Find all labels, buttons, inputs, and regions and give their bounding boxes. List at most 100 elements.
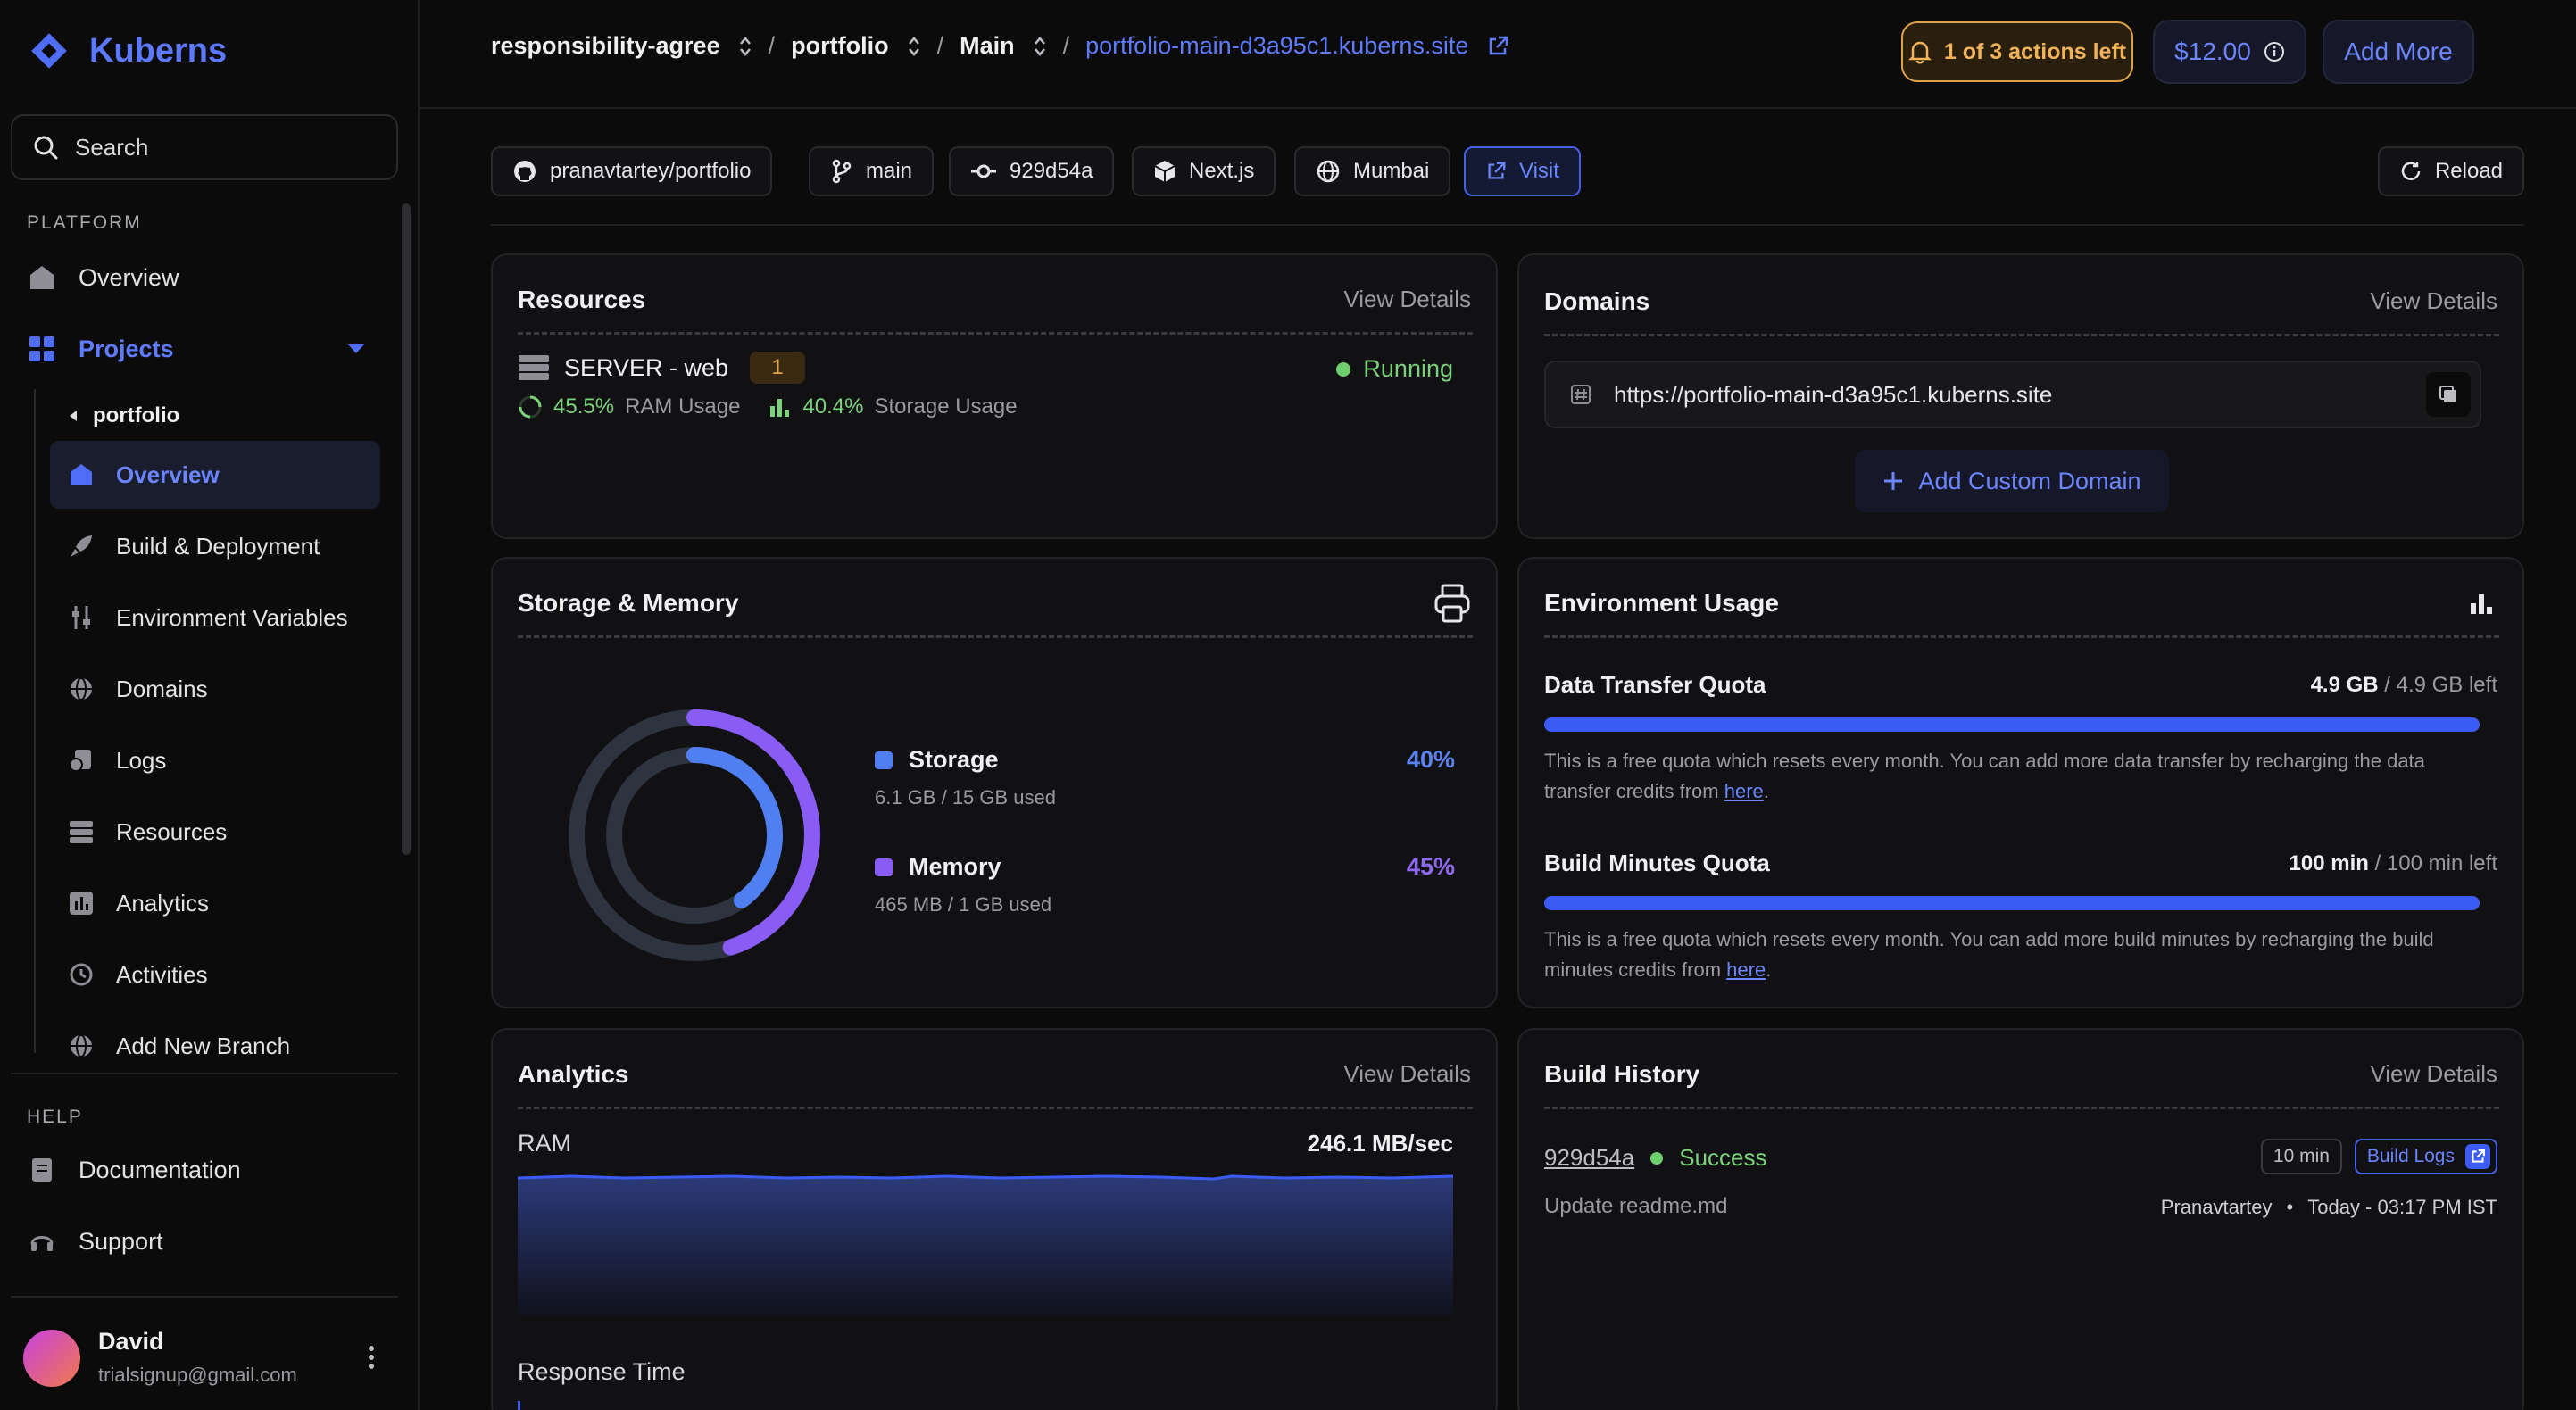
printer-icon[interactable] (1433, 584, 1471, 623)
memory-swatch (875, 858, 893, 876)
build-message: Update readme.md (1544, 1194, 1728, 1218)
build-history-view-details-link[interactable]: View Details (2370, 1060, 2497, 1088)
build-duration-badge: 10 min (2260, 1139, 2342, 1174)
credit-balance-button[interactable]: $12.00 (2153, 20, 2306, 84)
ram-usage-label: RAM Usage (625, 394, 741, 419)
nav-overview[interactable]: Overview (27, 262, 179, 293)
resources-view-details-link[interactable]: View Details (1343, 286, 1471, 313)
external-link-icon (2465, 1144, 2490, 1169)
build-commit-link[interactable]: 929d54a (1544, 1144, 1634, 1172)
build-minutes-left: / 100 min left (2368, 851, 2497, 875)
sidebar-item-activities[interactable]: Activities (50, 941, 380, 1008)
build-author: Pranavtartey (2160, 1196, 2273, 1218)
user-email: trialsignup@gmail.com (98, 1364, 297, 1386)
ram-area-fill (518, 1176, 1453, 1315)
sidebar-item-label: Add New Branch (116, 1032, 291, 1059)
build-time: Today - 03:17 PM IST (2307, 1196, 2497, 1218)
build-minutes-amount: 100 min / 100 min left (2289, 851, 2497, 876)
more-vertical-icon[interactable] (366, 1344, 377, 1371)
data-transfer-value: 4.9 GB (2310, 673, 2379, 697)
home-icon (68, 462, 95, 487)
search-icon (32, 134, 59, 161)
build-logs-button[interactable]: Build Logs (2354, 1139, 2497, 1174)
data-transfer-note: This is a free quota which resets every … (1544, 746, 2490, 807)
reload-button[interactable]: Reload (2378, 146, 2524, 196)
breadcrumb: responsibility-agree / portfolio / Main … (491, 32, 1509, 60)
breadcrumb-item-project[interactable]: portfolio (791, 32, 920, 60)
sidebar-item-analytics[interactable]: Analytics (50, 869, 380, 937)
tree-line (34, 389, 36, 1053)
nav-support[interactable]: Support (27, 1226, 163, 1257)
storage-percent: 40% (1406, 746, 1455, 773)
actions-left-label: 1 of 3 actions left (1943, 38, 2127, 64)
globe-icon (68, 676, 95, 702)
storage-usage-label: Storage Usage (874, 394, 1018, 419)
sidebar-item-add-new-branch[interactable]: Add New Branch (50, 1012, 380, 1080)
sidebar-item-label: Domains (116, 675, 208, 702)
chevron-updown-icon (907, 35, 921, 58)
domain-url-field[interactable]: https://portfolio-main-d3a95c1.kuberns.s… (1544, 361, 2481, 428)
card-divider (1544, 635, 2499, 638)
server-status: Running (1336, 355, 1453, 383)
memory-label: Memory (909, 853, 1001, 880)
domain-url: https://portfolio-main-d3a95c1.kuberns.s… (1614, 380, 2053, 408)
nav-support-label: Support (79, 1227, 163, 1255)
sidebar-item-build-deployment[interactable]: Build & Deployment (50, 512, 380, 580)
chevron-down-icon[interactable] (346, 343, 366, 355)
branch-chip[interactable]: main (809, 146, 935, 196)
branch-label: main (866, 159, 913, 183)
avatar[interactable] (23, 1330, 80, 1387)
analytics-view-details-link[interactable]: View Details (1343, 1060, 1471, 1088)
breadcrumb-item-branch[interactable]: Main (960, 32, 1047, 60)
storage-memory-title: Storage & Memory (518, 589, 739, 617)
sidebar-divider (11, 1296, 398, 1298)
sidebar-item-resources[interactable]: Resources (50, 798, 380, 866)
sidebar-item-label: Analytics (116, 889, 210, 916)
build-minutes-here-link[interactable]: here (1726, 958, 1766, 981)
sidebar-item-label: Activities (116, 960, 208, 988)
data-transfer-here-link[interactable]: here (1724, 780, 1764, 802)
storage-label: Storage (909, 746, 999, 773)
server-row[interactable]: SERVER - web 1 (518, 352, 806, 384)
chevron-updown-icon (1033, 35, 1047, 58)
project-back-link[interactable]: portfolio (68, 403, 179, 428)
note-period: . (1766, 958, 1772, 981)
region-chip[interactable]: Mumbai (1294, 146, 1451, 196)
framework-chip[interactable]: Next.js (1132, 146, 1276, 196)
sidebar-scrollbar[interactable] (402, 203, 411, 855)
globe-icon (68, 1033, 95, 1059)
external-link-icon (1485, 161, 1507, 182)
actions-left-badge[interactable]: 1 of 3 actions left (1901, 21, 2133, 82)
sidebar-item-logs[interactable]: Logs (50, 726, 380, 794)
bar-chart-icon[interactable] (2469, 591, 2494, 616)
add-custom-domain-button[interactable]: Add Custom Domain (1855, 450, 2169, 512)
headset-icon (27, 1226, 57, 1257)
external-link-icon (1486, 35, 1509, 58)
breadcrumb-url: portfolio-main-d3a95c1.kuberns.site (1085, 32, 1469, 59)
sidebar-item-environment-variables[interactable]: Environment Variables (50, 584, 380, 651)
copy-icon[interactable] (2426, 372, 2471, 417)
visit-button[interactable]: Visit (1464, 146, 1581, 196)
resources-card: Resources View Details SERVER - web 1 Ru… (491, 253, 1498, 539)
nav-documentation[interactable]: Documentation (27, 1155, 241, 1185)
add-more-button[interactable]: Add More (2323, 20, 2474, 84)
commit-chip[interactable]: 929d54a (949, 146, 1115, 196)
ram-line (518, 1174, 1453, 1181)
sidebar-item-overview[interactable]: Overview (50, 441, 380, 509)
domains-view-details-link[interactable]: View Details (2370, 287, 2497, 315)
document-icon (27, 1155, 57, 1185)
build-logs-label: Build Logs (2366, 1146, 2455, 1166)
sidebar-item-label: Resources (116, 817, 228, 845)
card-divider (518, 635, 1473, 638)
nav-overview-label: Overview (79, 263, 179, 291)
breadcrumb-item-org[interactable]: responsibility-agree (491, 32, 752, 60)
status-dot (1650, 1151, 1664, 1165)
storage-detail: 6.1 GB / 15 GB used (875, 786, 1057, 809)
nav-projects[interactable]: Projects (27, 334, 366, 364)
sidebar-item-domains[interactable]: Domains (50, 655, 380, 723)
breadcrumb-url-link[interactable]: portfolio-main-d3a95c1.kuberns.site (1085, 32, 1509, 60)
repo-chip[interactable]: pranavtartey/portfolio (491, 146, 773, 196)
home-icon (27, 262, 57, 293)
brand[interactable]: Kuberns (29, 30, 227, 71)
search-input[interactable]: Search (11, 114, 398, 180)
